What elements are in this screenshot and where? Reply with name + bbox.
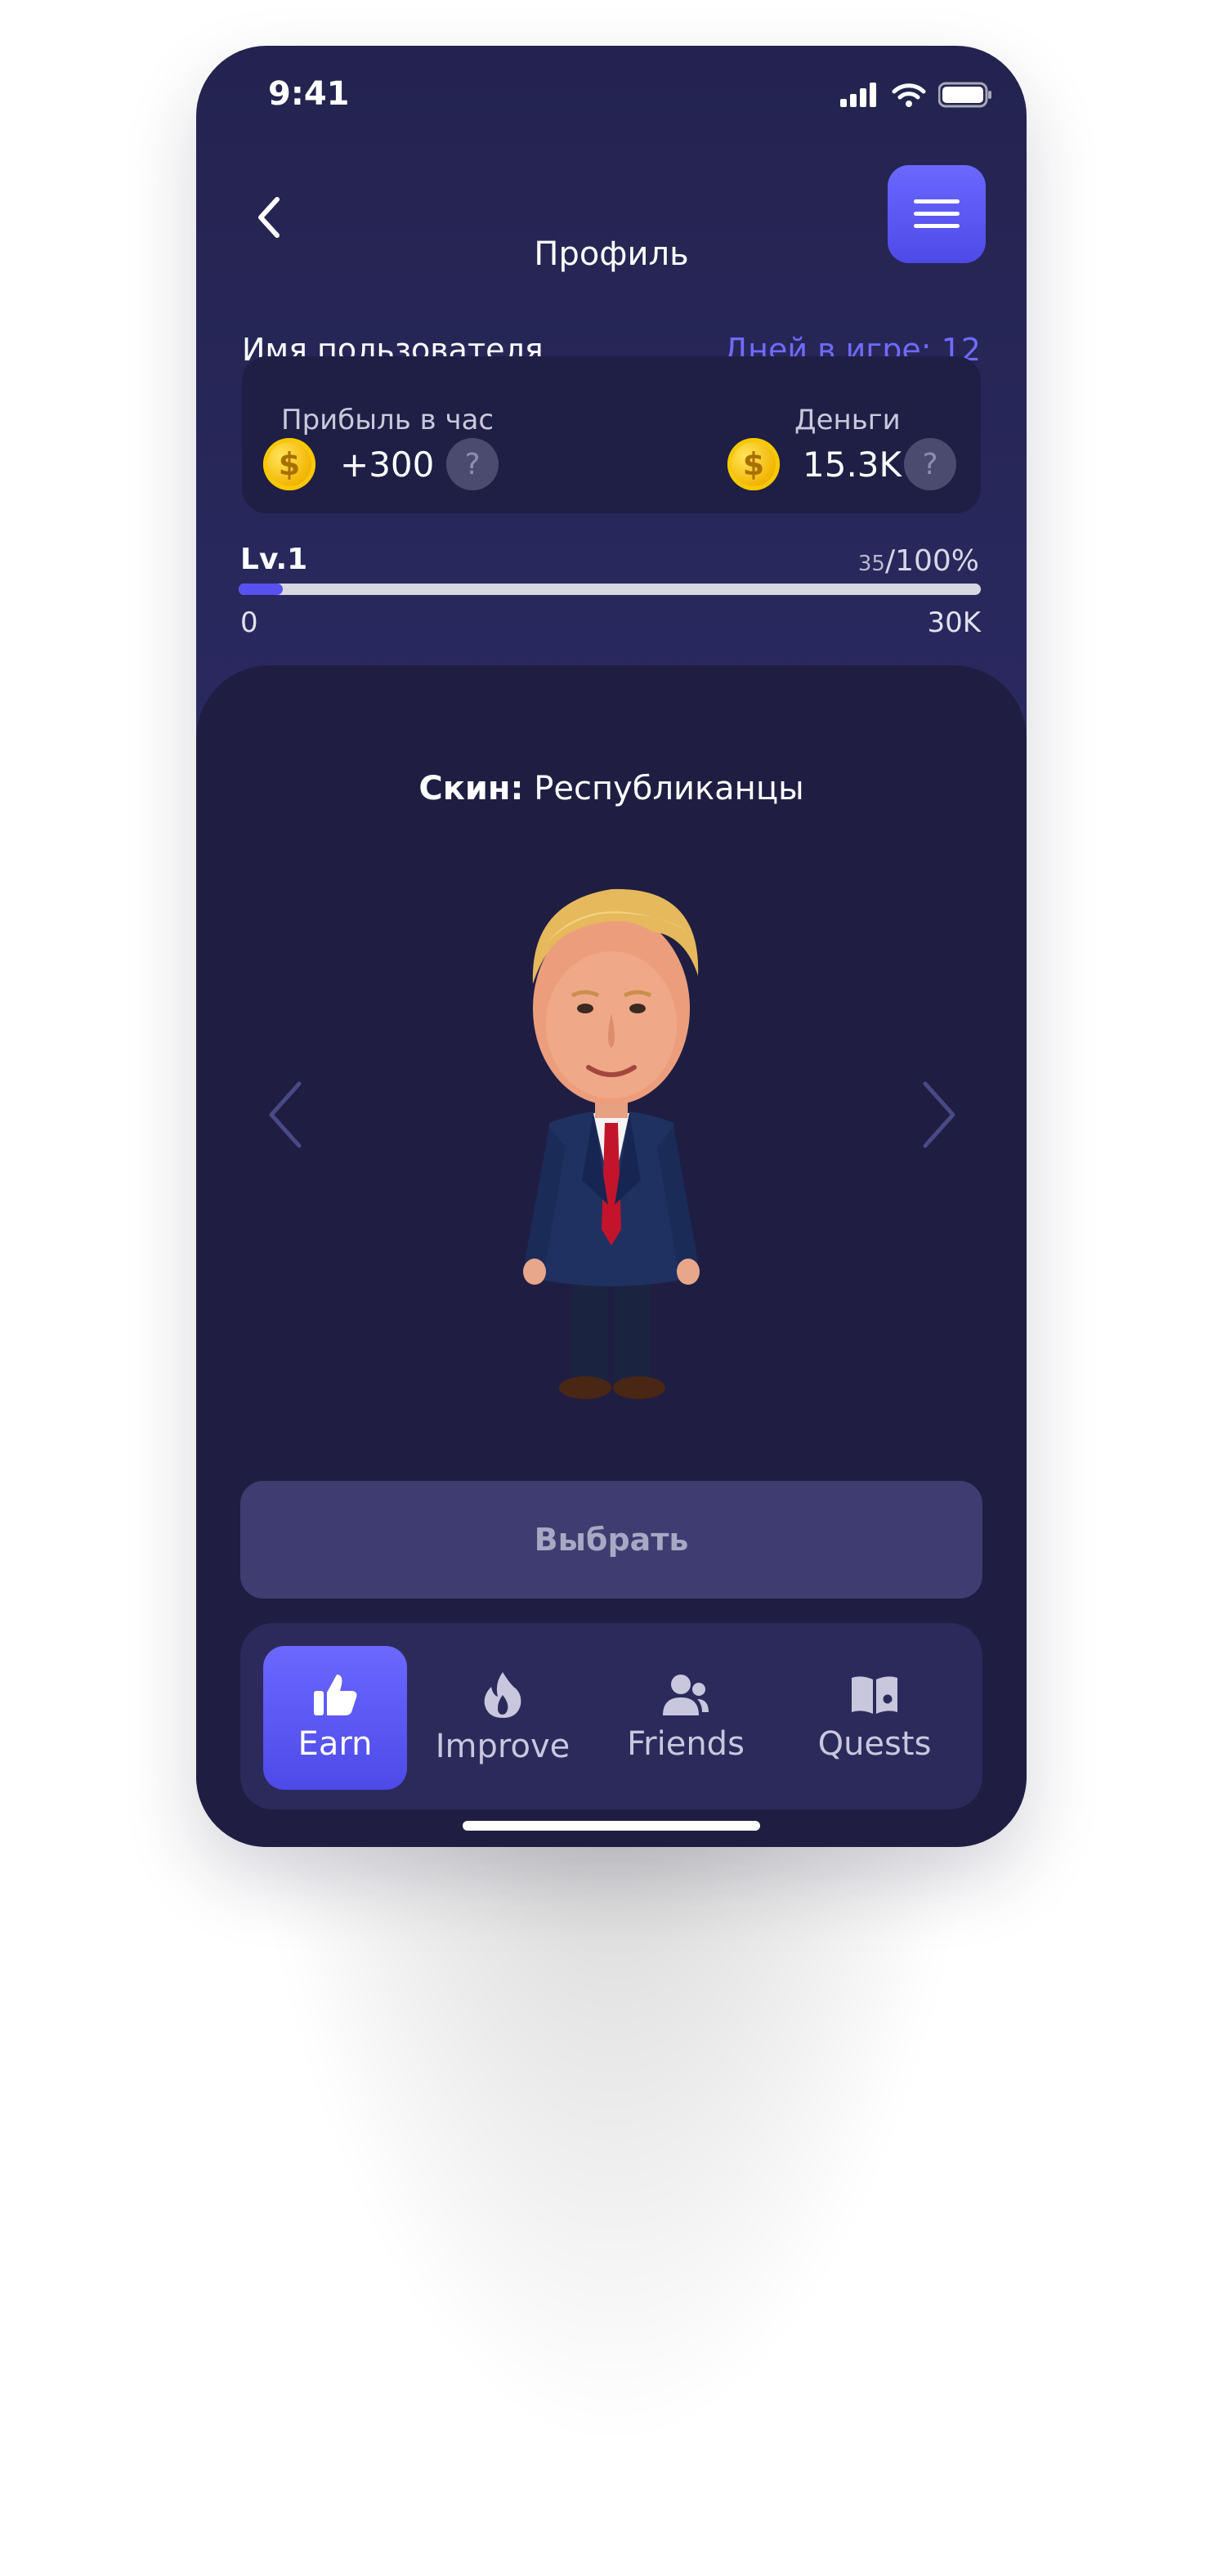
skin-character-image — [523, 888, 700, 1399]
menu-button[interactable] — [888, 165, 986, 263]
level-range-max: 30K — [927, 606, 981, 639]
tab-earn[interactable]: Earn — [263, 1646, 407, 1790]
profit-help-button[interactable]: ? — [446, 438, 499, 490]
skin-label: Скин: — [418, 770, 524, 807]
money-value: 15.3K — [803, 445, 902, 485]
tab-quests[interactable]: Quests — [793, 1646, 956, 1790]
hamburger-menu-icon — [914, 199, 960, 228]
skin-title: Скин: Республиканцы — [196, 770, 1027, 807]
flame-icon — [484, 1672, 521, 1718]
status-bar: 9:41 — [196, 46, 1027, 144]
skin-name: Республиканцы — [534, 770, 804, 807]
level-range-min: 0 — [240, 606, 258, 639]
tab-friends-label: Friends — [627, 1725, 745, 1763]
profit-per-hour-label: Прибыль в час — [281, 404, 494, 436]
level-progress-text: 35/100% — [858, 544, 979, 578]
wifi-icon — [892, 83, 926, 107]
tab-improve-label: Improve — [435, 1728, 570, 1765]
chevron-left-icon — [258, 197, 280, 238]
friends-icon — [663, 1675, 709, 1715]
coin-icon: $ — [727, 438, 780, 490]
stats-card: Прибыль в час $ +300 ? Деньги $ 15.3K ? — [242, 356, 981, 513]
battery-icon — [938, 82, 991, 108]
thumbs-up-icon — [314, 1675, 357, 1715]
tab-quests-label: Quests — [817, 1725, 932, 1763]
level-progress-bar — [239, 584, 981, 595]
bottom-tab-bar: Earn Improve Friends Quests — [240, 1623, 982, 1809]
level-current: 35 — [857, 552, 885, 576]
level-progress-fill — [239, 584, 284, 595]
phone-screen: 9:41 Профиль Имя пользователя Дней в игр… — [196, 46, 1027, 1847]
decorative-arrow-icon — [58, 569, 204, 951]
profit-per-hour-value: +300 — [340, 445, 435, 485]
money-label: Деньги — [794, 404, 901, 436]
money-help-button[interactable]: ? — [904, 438, 956, 490]
next-skin-button[interactable] — [907, 1074, 973, 1156]
status-icons — [840, 82, 992, 108]
level-label: Lv.1 — [240, 543, 308, 576]
select-skin-button[interactable]: Выбрать — [240, 1481, 982, 1599]
coin-icon: $ — [263, 438, 315, 490]
tab-friends[interactable]: Friends — [600, 1646, 772, 1790]
signal-icon — [840, 83, 876, 107]
book-icon — [852, 1676, 897, 1714]
status-time: 9:41 — [268, 75, 350, 113]
level-percent: /100% — [884, 544, 979, 578]
tab-earn-label: Earn — [298, 1725, 373, 1763]
tab-improve[interactable]: Improve — [425, 1646, 580, 1790]
home-indicator — [463, 1821, 760, 1831]
prev-skin-button[interactable] — [252, 1074, 317, 1156]
chevron-right-icon — [923, 1081, 955, 1148]
chevron-left-icon — [269, 1081, 302, 1148]
